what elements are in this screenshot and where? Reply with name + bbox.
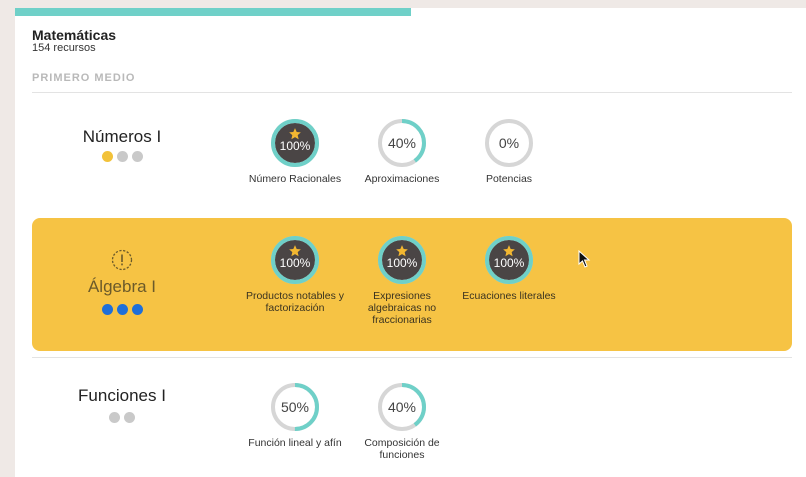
skill-label: Aproximaciones — [364, 173, 440, 185]
level-dot — [101, 151, 113, 162]
unit-title[interactable]: Álgebra I — [32, 277, 212, 297]
skill-progress[interactable]: 100% — [483, 234, 535, 286]
skill-progress[interactable]: 100% — [376, 234, 428, 286]
skill-percent: 100% — [493, 256, 525, 270]
skill-percent: 100% — [279, 256, 311, 270]
skill-percent: 100% — [386, 256, 418, 270]
level-dot — [116, 151, 128, 162]
skill-progress[interactable]: 40% — [376, 381, 428, 433]
level-dot — [124, 412, 135, 423]
mouse-cursor-icon — [578, 250, 591, 268]
skill-item[interactable]: 100% Expresiones algebraicas no fracciona… — [352, 234, 452, 326]
skill-percent: 100% — [279, 139, 311, 153]
subject-card: Matemáticas 154 recursos PRIMERO MEDIO N… — [15, 8, 806, 477]
unit-row[interactable]: Álgebra I 100% Productos notables y factor… — [32, 218, 792, 351]
level-dot — [131, 304, 143, 315]
resource-count: 154 recursos — [32, 42, 96, 54]
divider — [32, 92, 792, 93]
unit-row[interactable]: Funciones I 50% Función lineal y afín 40% Co… — [32, 363, 792, 477]
skill-percent: 40% — [387, 135, 417, 151]
skill-item[interactable]: 100% Ecuaciones literales — [459, 234, 559, 302]
skill-label: Potencias — [485, 173, 533, 185]
unit-row[interactable]: Números I 100% Número Racionales 40% Aproxim… — [32, 103, 792, 218]
skill-progress[interactable]: 40% — [376, 117, 428, 169]
unit-title[interactable]: Números I — [32, 127, 212, 147]
skill-percent: 40% — [387, 399, 417, 415]
skill-progress[interactable]: 0% — [483, 117, 535, 169]
unit-level-dots — [32, 151, 212, 162]
skill-item[interactable]: 40% Composición de funciones — [352, 381, 452, 461]
skill-progress[interactable]: 50% — [269, 381, 321, 433]
level-dot — [101, 304, 113, 315]
skill-label: Productos notables y factorización — [245, 290, 345, 314]
skill-percent: 0% — [498, 135, 520, 151]
subject-progress-bar — [15, 8, 806, 16]
skill-label: Composición de funciones — [364, 437, 440, 461]
section-heading: PRIMERO MEDIO — [32, 72, 136, 84]
divider — [32, 357, 792, 358]
unit-level-dots — [32, 304, 212, 315]
skill-item[interactable]: 0% Potencias — [459, 117, 559, 185]
skill-progress[interactable]: 100% — [269, 117, 321, 169]
skill-item[interactable]: 40% Aproximaciones — [352, 117, 452, 185]
skill-label: Expresiones algebraicas no fraccionarias — [367, 290, 437, 326]
subject-title: Matemáticas — [32, 27, 117, 43]
unit-title[interactable]: Funciones I — [32, 386, 212, 406]
subject-progress-fill — [15, 8, 411, 16]
level-dot — [116, 304, 128, 315]
unit-level-dots — [32, 412, 212, 423]
skill-percent: 50% — [280, 399, 310, 415]
alert-icon — [111, 249, 133, 271]
skill-item[interactable]: 100% Número Racionales — [245, 117, 345, 185]
level-dot — [109, 412, 120, 423]
skill-progress[interactable]: 100% — [269, 234, 321, 286]
skill-item[interactable]: 100% Productos notables y factorización — [245, 234, 345, 314]
skill-item[interactable]: 50% Función lineal y afín — [245, 381, 345, 449]
skill-label: Función lineal y afín — [248, 437, 342, 449]
level-dot — [131, 151, 143, 162]
